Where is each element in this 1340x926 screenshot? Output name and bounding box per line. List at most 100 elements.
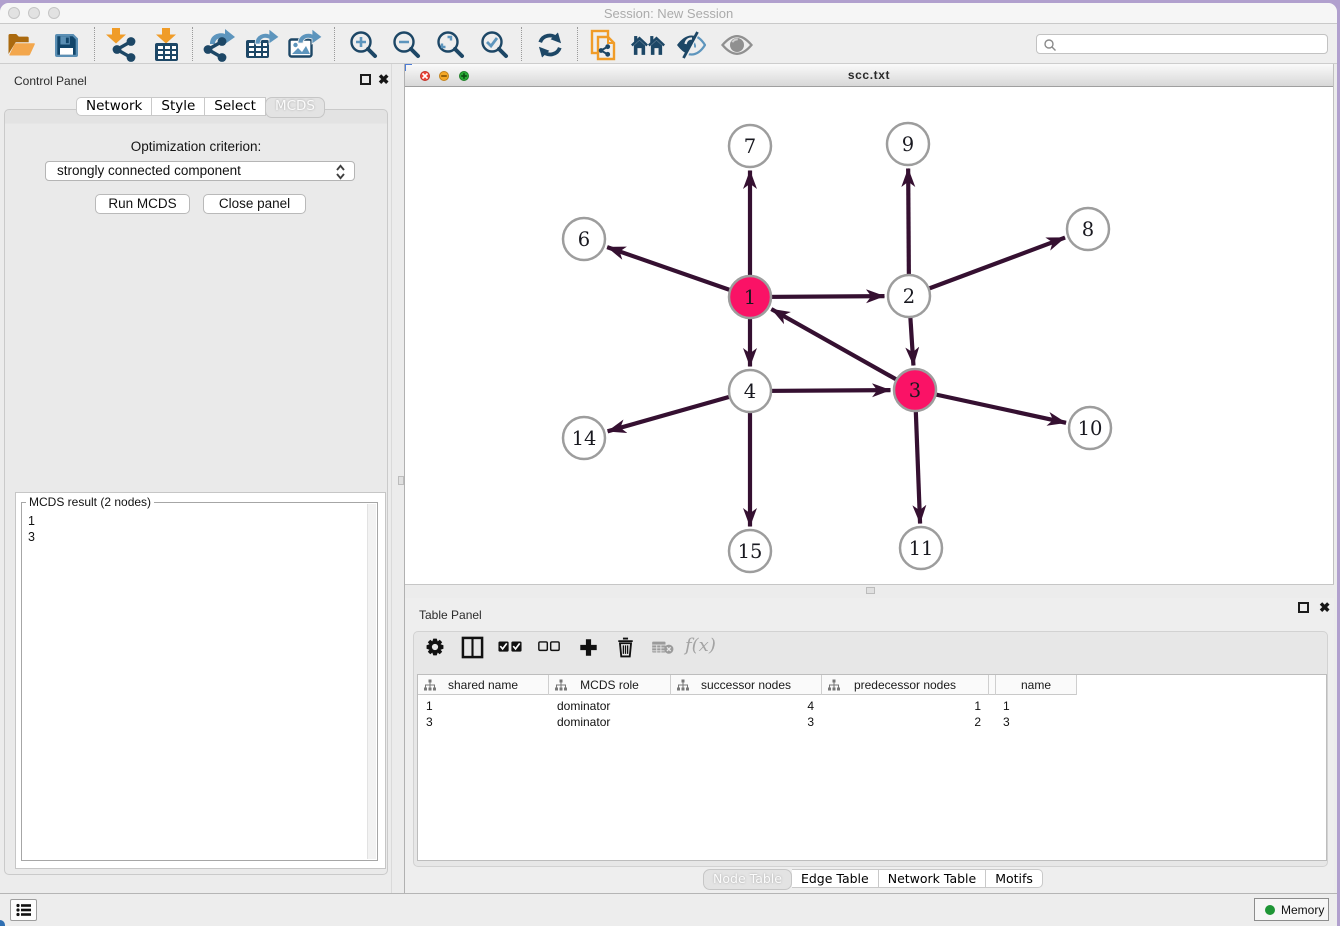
column-header-predecessor-nodes[interactable]: predecessor nodes bbox=[822, 675, 989, 695]
toolbar-separator bbox=[334, 27, 335, 61]
show-details-icon[interactable] bbox=[720, 28, 754, 62]
home-icon[interactable] bbox=[631, 28, 665, 62]
toolbar-separator bbox=[521, 27, 522, 61]
mcds-result-box: MCDS result (2 nodes) 1 3 bbox=[15, 492, 386, 869]
import-table-icon[interactable] bbox=[149, 28, 183, 62]
tab-mcds[interactable]: MCDS bbox=[265, 97, 325, 118]
mcds-result-text[interactable]: 1 3 bbox=[28, 513, 35, 545]
search-input[interactable] bbox=[1036, 34, 1328, 54]
deselect-all-icon[interactable] bbox=[534, 632, 564, 662]
column-header-successor-nodes[interactable]: successor nodes bbox=[671, 675, 822, 695]
zoom-selected-icon[interactable] bbox=[477, 28, 511, 62]
table-float-icon[interactable] bbox=[1298, 602, 1309, 613]
table-tab-network-table[interactable]: Network Table bbox=[879, 869, 987, 888]
search-icon bbox=[1043, 38, 1057, 52]
table-cell[interactable]: 1 bbox=[418, 698, 549, 714]
vertical-split-handle[interactable] bbox=[398, 476, 404, 485]
export-table-icon[interactable] bbox=[245, 28, 279, 62]
duplicate-network-icon[interactable] bbox=[588, 28, 622, 62]
edge-1-6[interactable] bbox=[607, 247, 750, 297]
refresh-icon[interactable] bbox=[533, 28, 567, 62]
table-panel: Table Panel ✖ f(x) shared nameMCDS roles… bbox=[405, 598, 1334, 893]
dropdown-value: strongly connected component bbox=[57, 163, 241, 178]
toolbar-separator bbox=[192, 27, 193, 61]
function-icon[interactable]: f(x) bbox=[685, 635, 716, 656]
export-network-icon[interactable] bbox=[202, 28, 236, 62]
column-header-shared-name[interactable]: shared name bbox=[418, 675, 549, 695]
import-network-icon[interactable] bbox=[105, 28, 139, 62]
node-label-11: 11 bbox=[909, 537, 934, 560]
network-frame-title: scc.txt bbox=[405, 68, 1333, 82]
table-row[interactable]: 1dominator411 bbox=[418, 698, 1077, 714]
node-label-7: 7 bbox=[744, 135, 756, 158]
control-panel-tabs: NetworkStyleSelectMCDS bbox=[5, 97, 396, 118]
export-image-icon[interactable] bbox=[288, 28, 322, 62]
node-label-1: 1 bbox=[744, 286, 756, 309]
network-view[interactable]: 7968124314101511 bbox=[405, 87, 1333, 584]
table-cell[interactable]: 1 bbox=[995, 698, 1077, 714]
memory-button[interactable]: Memory bbox=[1254, 898, 1329, 921]
table-tab-edge-table[interactable]: Edge Table bbox=[792, 869, 879, 888]
table-cell[interactable]: 4 bbox=[671, 698, 822, 714]
columns-icon[interactable] bbox=[457, 632, 487, 662]
zoom-in-icon[interactable] bbox=[346, 28, 380, 62]
close-panel-button[interactable]: Close panel bbox=[203, 194, 306, 214]
table-row[interactable]: 3dominator323 bbox=[418, 714, 1077, 730]
table-cell[interactable]: dominator bbox=[549, 698, 671, 714]
save-session-icon[interactable] bbox=[49, 28, 83, 62]
settings-icon[interactable] bbox=[420, 632, 450, 662]
node-label-3: 3 bbox=[909, 379, 921, 402]
node-label-8: 8 bbox=[1082, 218, 1094, 241]
open-session-icon[interactable] bbox=[5, 28, 39, 62]
horizontal-split-divider[interactable] bbox=[405, 584, 1334, 598]
edge-2-8[interactable] bbox=[909, 238, 1065, 296]
optimization-dropdown[interactable]: strongly connected component bbox=[45, 161, 355, 181]
table-cell[interactable]: 3 bbox=[418, 714, 549, 730]
optimization-label: Optimization criterion: bbox=[5, 139, 387, 154]
result-scrollbar[interactable] bbox=[367, 504, 376, 859]
column-header-MCDS-role[interactable]: MCDS role bbox=[549, 675, 671, 695]
titlebar: Session: New Session bbox=[0, 3, 1337, 24]
zoom-fit-icon[interactable] bbox=[433, 28, 467, 62]
table-cell[interactable]: dominator bbox=[549, 714, 671, 730]
table-cell[interactable]: 1 bbox=[822, 698, 989, 714]
delete-table-icon[interactable] bbox=[648, 632, 678, 662]
close-panel-icon[interactable]: ✖ bbox=[378, 74, 389, 85]
mcds-result-title: MCDS result (2 nodes) bbox=[26, 495, 154, 509]
table-tab-node-table[interactable]: Node Table bbox=[703, 869, 792, 890]
network-frame-header[interactable]: scc.txt bbox=[405, 64, 1333, 87]
add-icon[interactable] bbox=[573, 632, 603, 662]
run-mcds-button[interactable]: Run MCDS bbox=[95, 194, 190, 214]
control-panel-title: Control Panel bbox=[14, 74, 87, 88]
toolbar-separator bbox=[577, 27, 578, 61]
node-label-9: 9 bbox=[902, 133, 914, 156]
zoom-out-icon[interactable] bbox=[389, 28, 423, 62]
edge-3-1[interactable] bbox=[771, 309, 915, 390]
table-tab-motifs[interactable]: Motifs bbox=[986, 869, 1043, 888]
tab-select[interactable]: Select bbox=[205, 97, 266, 116]
vertical-split-divider[interactable] bbox=[391, 64, 405, 893]
table-cell[interactable]: 2 bbox=[822, 714, 989, 730]
table-cell[interactable]: 3 bbox=[995, 714, 1077, 730]
node-label-2: 2 bbox=[903, 285, 915, 308]
delete-icon[interactable] bbox=[610, 632, 640, 662]
tab-network[interactable]: Network bbox=[76, 97, 152, 116]
hide-details-icon[interactable] bbox=[674, 28, 708, 62]
task-history-button[interactable] bbox=[10, 899, 37, 921]
network-frame: scc.txt 7968124314101511 bbox=[405, 64, 1334, 584]
mcds-panel: Optimization criterion: strongly connect… bbox=[4, 109, 388, 875]
float-panel-icon[interactable] bbox=[360, 74, 371, 85]
select-all-icon[interactable] bbox=[495, 632, 525, 662]
table-cell[interactable]: 3 bbox=[671, 714, 822, 730]
node-table: shared nameMCDS rolesuccessor nodesprede… bbox=[417, 674, 1327, 861]
application-window: Session: New Session Control Panel ✖ Net… bbox=[0, 3, 1337, 926]
edge-3-10[interactable] bbox=[915, 390, 1066, 423]
node-label-15: 15 bbox=[738, 540, 763, 563]
column-header-name[interactable]: name bbox=[995, 675, 1077, 695]
table-close-icon[interactable]: ✖ bbox=[1319, 602, 1330, 613]
dropdown-chevrons-icon bbox=[335, 164, 346, 185]
horizontal-split-handle[interactable] bbox=[866, 587, 875, 594]
node-label-6: 6 bbox=[578, 228, 590, 251]
window-title: Session: New Session bbox=[0, 6, 1337, 21]
tab-style[interactable]: Style bbox=[152, 97, 205, 116]
